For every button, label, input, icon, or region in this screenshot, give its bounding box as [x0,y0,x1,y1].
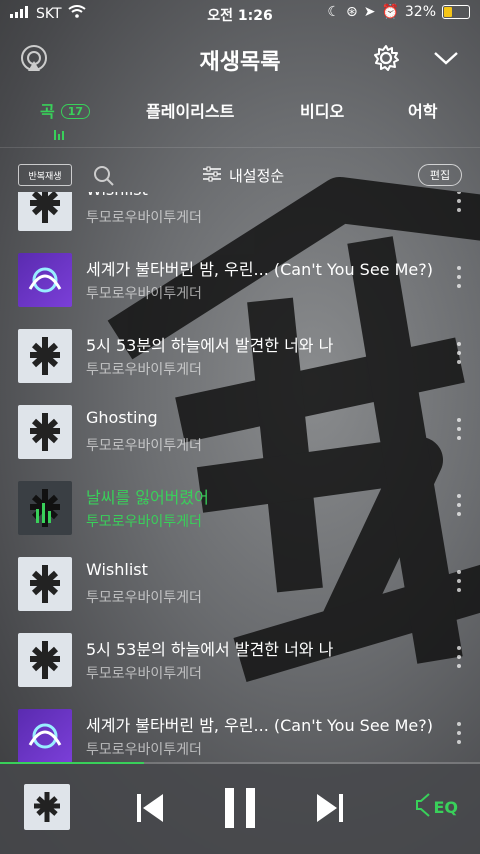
song-row[interactable]: 세계가 불타버린 밤, 우린... (Can't You See Me?) 투모로… [0,242,480,318]
album-art [18,481,72,535]
repeat-button[interactable]: 반복재생 [18,164,72,186]
more-options-icon[interactable] [456,342,462,364]
song-title: 5시 53분의 하늘에서 발견한 너와 나 [86,640,334,659]
mini-player: EQ [0,764,480,854]
alarm-icon: ⏰ [381,4,399,20]
song-list: Wishlist투모로우바이투게더세계가 불타버린 밤, 우린... (Can'… [0,192,480,762]
rotation-lock-icon: ⊛ [345,4,358,20]
tab-playlists[interactable]: 플레이리스트 [146,98,234,122]
song-artist: 투모로우바이투게더 [86,438,202,454]
more-options-icon[interactable] [456,646,462,668]
song-title: Wishlist [86,560,148,579]
more-options-icon[interactable] [456,418,462,440]
song-count-badge: 17 [60,104,91,119]
album-art [18,329,72,383]
song-title: 5시 53분의 하늘에서 발견한 너와 나 [86,336,334,355]
song-row[interactable]: 5시 53분의 하늘에서 발견한 너와 나투모로우바이투게더 [0,318,480,394]
song-artist: 투모로우바이투게더 [86,590,202,606]
album-art [18,253,72,307]
sort-sliders-icon [203,166,221,186]
tab-bar: 곡 17 플레이리스트 비디오 어학 [0,98,480,144]
list-toolbar: 반복재생 내설정순 편집 [0,160,480,192]
song-artist: 투모로우바이투게더 [86,742,202,758]
pause-icon[interactable] [222,786,258,830]
more-options-icon[interactable] [456,266,462,288]
album-art [18,405,72,459]
moon-icon: ☾ [327,4,340,20]
status-bar: SKT 오전 1:26 ☾ ⊛ ➤ ⏰ 32% [0,0,480,28]
page-title: 재생목록 [199,50,281,75]
divider [0,147,480,148]
location-icon: ➤ [363,4,376,20]
more-options-icon[interactable] [456,494,462,516]
album-art [18,633,72,687]
album-art [18,557,72,611]
song-title: 세계가 불타버린 밤, 우린... (Can't You See Me?) [86,260,433,279]
song-artist: 투모로우바이투게더 [86,210,202,226]
header: 재생목록 [0,36,480,80]
settings-gear-icon[interactable] [370,42,402,74]
tab-songs[interactable]: 곡 17 [40,98,91,140]
search-icon[interactable] [88,160,120,192]
tab-videos[interactable]: 비디오 [300,98,344,122]
previous-icon[interactable] [134,786,166,830]
more-options-icon[interactable] [456,570,462,592]
sort-label: 내설정순 [229,167,285,185]
song-row[interactable]: Ghosting 투모로우바이투게더 [0,394,480,470]
eq-label: EQ [433,797,458,817]
song-title: Ghosting [86,408,158,427]
song-artist: 투모로우바이투게더 [86,362,202,378]
edit-button[interactable]: 편집 [418,164,462,186]
song-title: Wishlist [86,192,436,199]
song-row[interactable]: 날씨를 잃어버렸어투모로우바이투게더 [0,470,480,546]
sort-button[interactable]: 내설정순 [203,165,284,186]
next-icon[interactable] [314,786,346,830]
song-title: 세계가 불타버린 밤, 우린... (Can't You See Me?) [86,716,433,735]
chevron-down-icon[interactable] [430,42,462,74]
album-art [18,192,72,231]
song-artist: 투모로우바이투게더 [86,666,202,682]
tab-songs-label: 곡 [40,102,55,121]
eq-button[interactable]: EQ [415,792,458,822]
song-row[interactable]: Wishlist 투모로우바이투게더 [0,546,480,622]
song-artist: 투모로우바이투게더 [86,514,202,530]
song-row[interactable]: 5시 53분의 하늘에서 발견한 너와 나투모로우바이투게더 [0,622,480,698]
more-options-icon[interactable] [456,192,462,212]
album-art [18,709,72,762]
speaker-icon [415,792,431,822]
now-playing-album-art[interactable] [24,784,70,830]
more-options-icon[interactable] [456,722,462,744]
song-title: 날씨를 잃어버렸어 [86,488,209,507]
song-row[interactable]: 세계가 불타버린 밤, 우린... (Can't You See Me?) 투모로… [0,698,480,762]
tab-language[interactable]: 어학 [408,98,437,122]
song-artist: 투모로우바이투게더 [86,286,202,302]
battery-icon [442,5,470,19]
now-playing-bars-icon [54,130,64,140]
battery-percent: 32% [404,4,436,20]
song-row[interactable]: Wishlist 투모로우바이투게더 [0,192,480,242]
